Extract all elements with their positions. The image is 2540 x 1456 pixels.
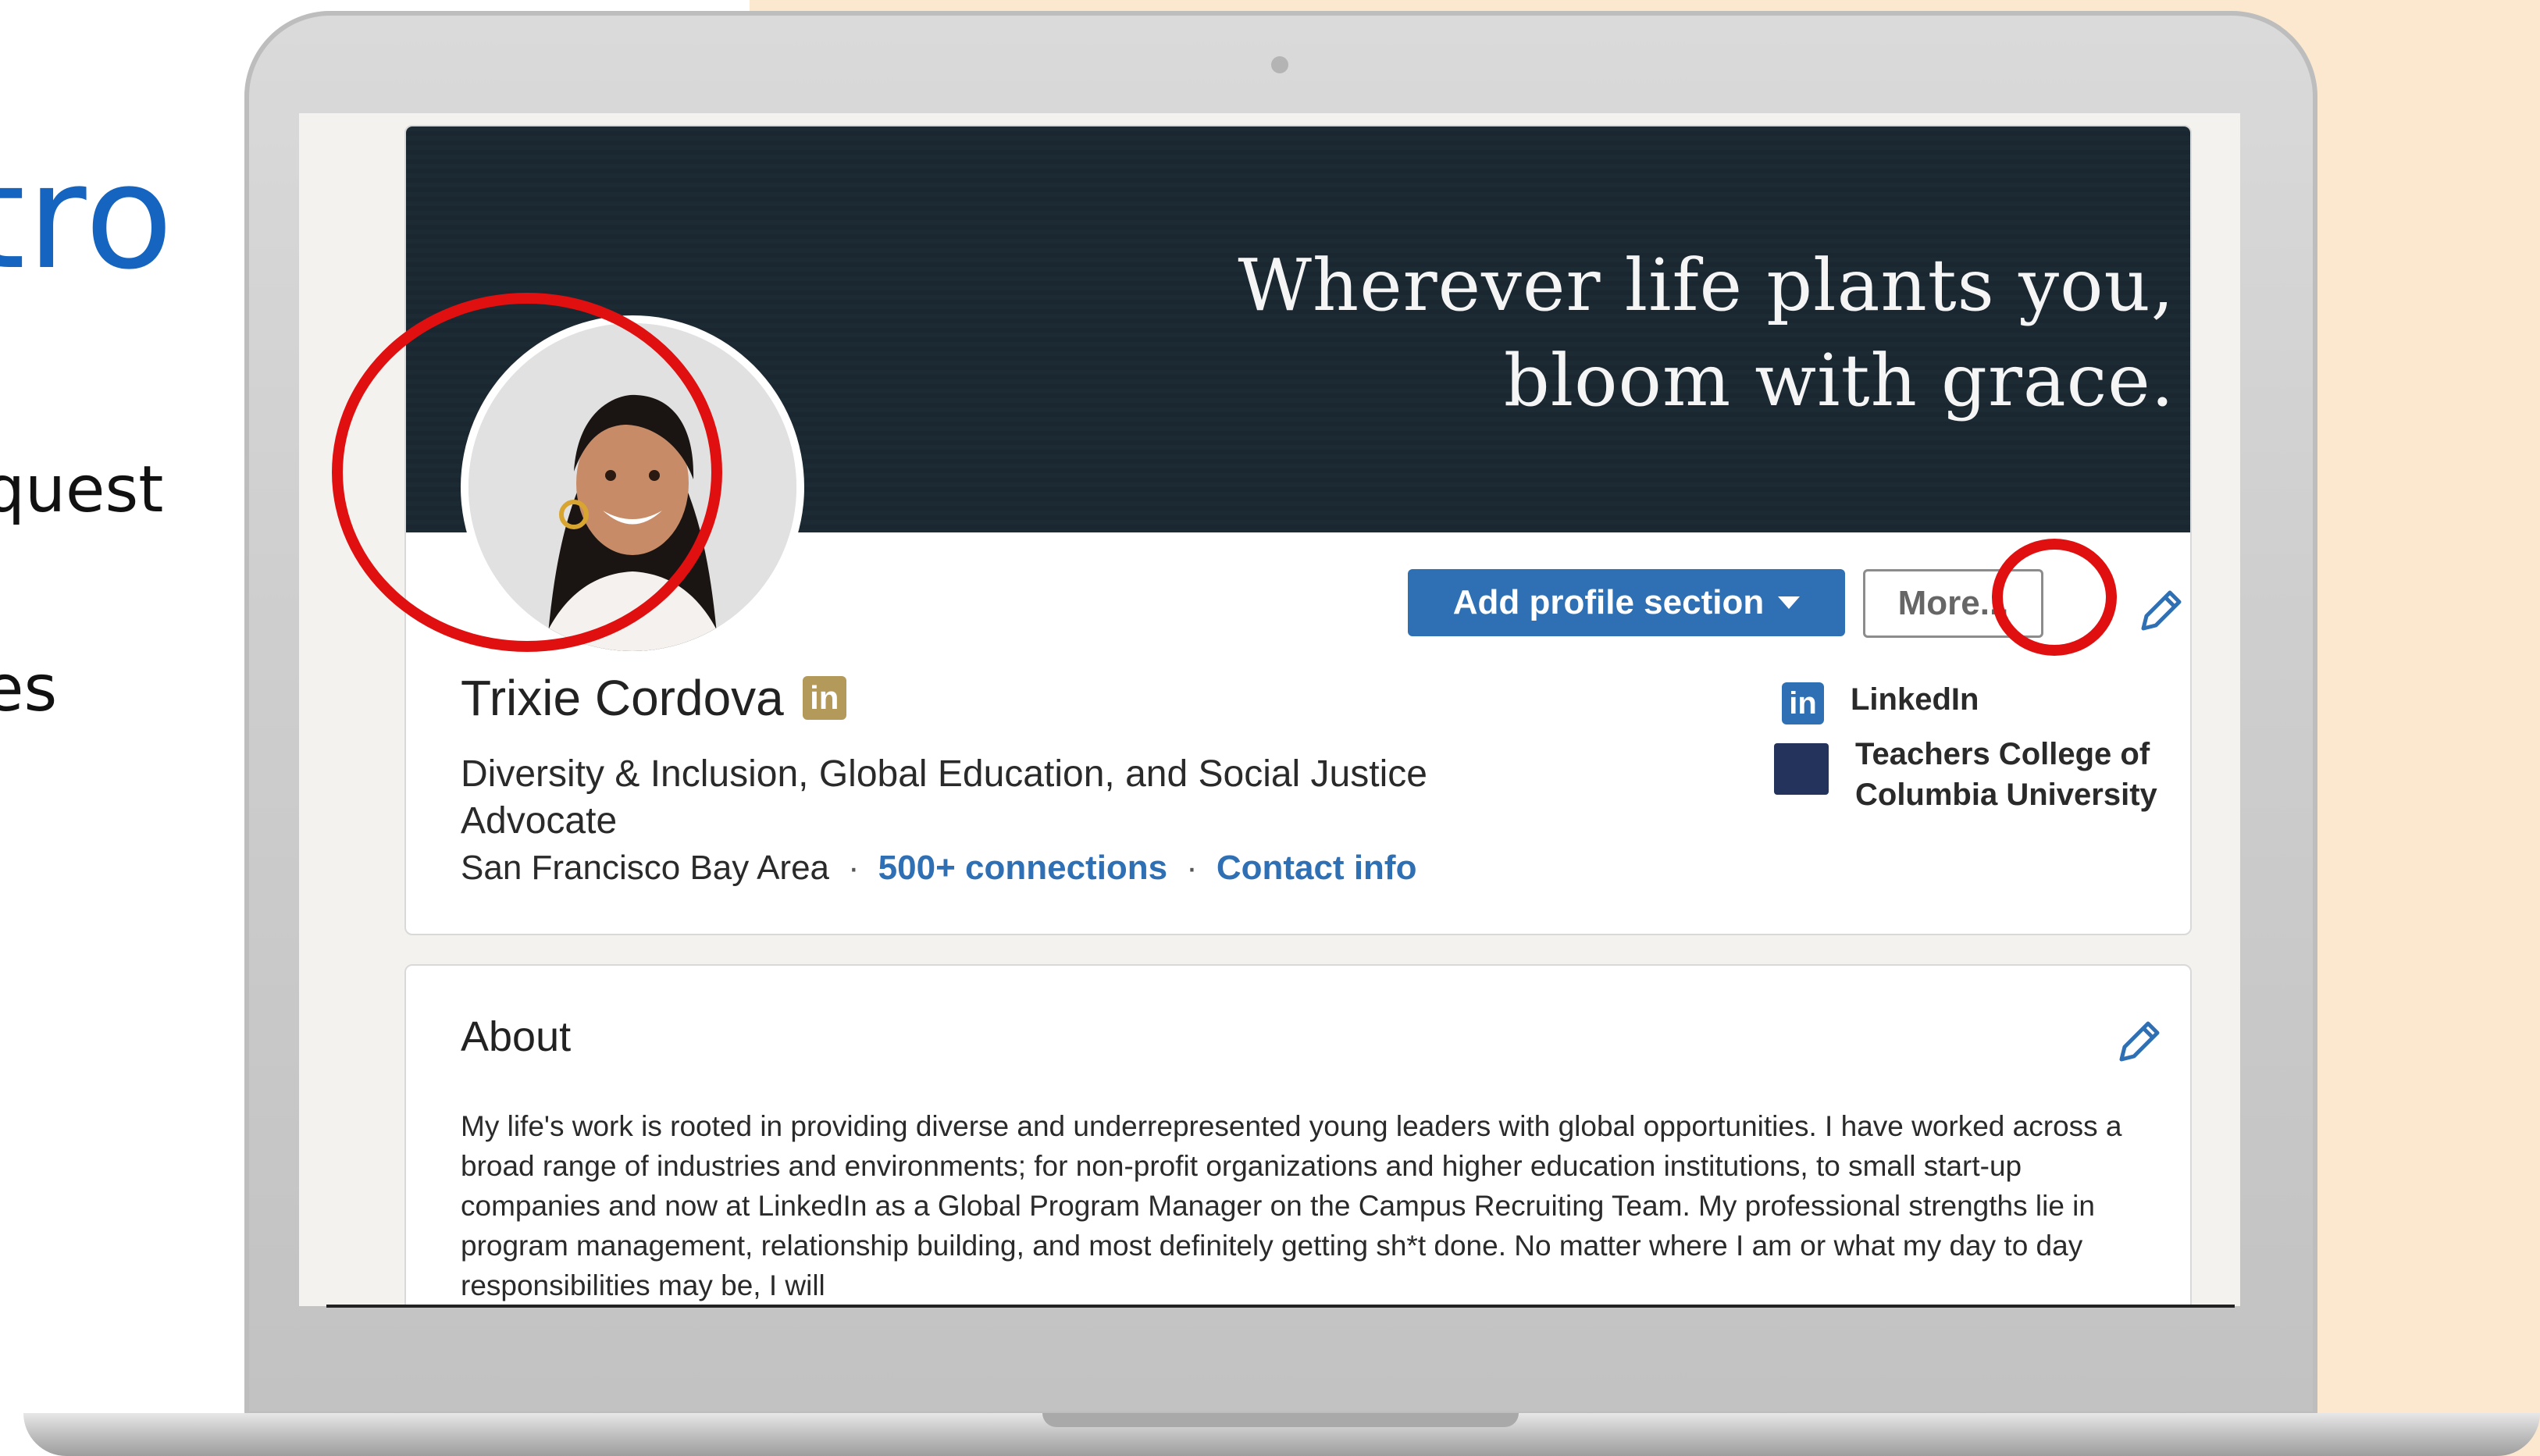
linkedin-badge-icon[interactable]: in [802,676,846,720]
pencil-icon [2119,1021,2160,1062]
laptop-hinge [1042,1413,1519,1427]
screen-bottom-edge [326,1305,2235,1308]
banner-quote-line-1: Wherever life plants you, [1238,244,2175,327]
school-name: Teachers College of Columbia University [1855,734,2157,815]
profile-name: Trixie Cordova [461,670,784,726]
education-school[interactable]: Teachers College of Columbia University [1774,734,2157,815]
camera-icon [1271,56,1288,73]
edit-intro-pencil-icon[interactable] [2134,583,2189,638]
pencil-icon [2141,590,2182,631]
school-name-line-2: Columbia University [1855,778,2157,812]
current-company[interactable]: in LinkedIn [1774,682,1979,724]
caret-down-icon [1778,596,1801,609]
school-name-line-1: Teachers College of [1855,737,2150,771]
profile-meta: San Francisco Bay Area · 500+ connection… [461,849,1416,888]
about-title: About [461,1013,572,1060]
profile-location: San Francisco Bay Area [461,849,830,887]
edit-highlight-circle [1992,539,2117,656]
connections-link[interactable]: 500+ connections [878,849,1167,888]
avatar-highlight-circle [332,293,722,652]
separator-dot: · [1186,849,1198,887]
about-text: My life's work is rooted in providing di… [461,1110,2122,1301]
slide-bullet-1: quest [0,453,164,527]
company-name: LinkedIn [1851,682,1979,717]
profile-headline: Diversity & Inclusion, Global Education,… [461,753,1427,842]
contact-info-link[interactable]: Contact info [1217,849,1417,888]
college-logo-icon [1774,743,1829,795]
slide-bullet-2: es [0,652,58,726]
edit-about-pencil-icon[interactable] [2112,1014,2167,1069]
profile-name-row: Trixie Cordova in [461,669,846,727]
banner-quote-line-2: bloom with grace. [1503,339,2175,422]
add-profile-section-button[interactable]: Add profile section [1408,569,1845,636]
about-card: About My life's work is rooted in provid… [404,964,2192,1306]
slide-title: tro [0,133,175,301]
linkedin-icon: in [1782,682,1824,724]
laptop-screen: Wherever life plants you, bloom with gra… [299,113,2240,1306]
separator-dot: · [848,849,860,887]
add-profile-section-label: Add profile section [1452,583,1765,621]
